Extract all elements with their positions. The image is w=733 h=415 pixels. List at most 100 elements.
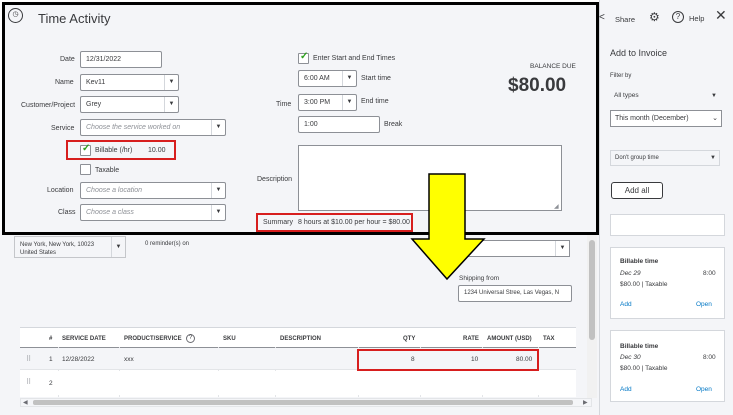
break-input[interactable]: 1:00 (298, 116, 380, 133)
card-open-link[interactable]: Open (696, 301, 712, 308)
card-amount: $80.00 | Taxable (620, 281, 668, 288)
card-add-link[interactable]: Add (620, 301, 632, 308)
chevron-down-icon: ▼ (342, 71, 356, 86)
class-placeholder: Choose a class (86, 209, 134, 216)
col-service-date: SERVICE DATE (62, 336, 106, 342)
chevron-down-icon: ▼ (211, 120, 225, 135)
sidebar-search-input[interactable] (610, 214, 725, 236)
drag-handle-icon[interactable]: ⠿ (26, 378, 31, 386)
filter-date-select[interactable]: This month (December) ⌄ (610, 110, 722, 127)
chevron-down-icon: ▼ (710, 155, 716, 161)
card-time: 8:00 (703, 354, 716, 361)
col-description: DESCRIPTION (280, 336, 322, 342)
card-title: Billable time (620, 258, 659, 265)
name-label: Name (55, 79, 74, 86)
start-time-value: 6:00 AM (304, 75, 330, 82)
billable-time-card[interactable]: Billable time Dec 30 8:00 $80.00 | Taxab… (610, 330, 725, 402)
help-circle-icon[interactable]: ? (186, 334, 195, 343)
time-label: Time (276, 101, 292, 108)
filter-by-label: Filter by (610, 73, 632, 79)
row-product[interactable]: xxx (124, 356, 134, 363)
balance-due-amount: $80.00 (508, 75, 567, 96)
start-time-label: Start time (361, 75, 391, 82)
chevron-down-icon: ▼ (211, 183, 225, 198)
enter-times-checkbox[interactable] (298, 51, 309, 64)
chevron-down-icon: ▼ (711, 93, 717, 99)
break-label: Break (384, 121, 403, 128)
date-label: Date (60, 56, 75, 63)
service-label: Service (51, 125, 75, 132)
chevron-down-icon: ▼ (211, 205, 225, 220)
reminders-text: 0 reminder(s) on (145, 241, 190, 247)
card-title: Billable time (620, 343, 659, 350)
taxable-checkbox[interactable] (80, 164, 91, 175)
end-time-label: End time (361, 98, 389, 105)
shipping-from-input[interactable]: 1234 Universal Stree, Las Vegas, N (458, 285, 572, 302)
name-select[interactable]: Kev11 ▼ (80, 74, 179, 91)
date-input[interactable]: 12/31/2022 (80, 51, 162, 68)
card-time: 8:00 (703, 270, 716, 277)
chevron-down-icon: ▼ (164, 75, 178, 90)
class-select[interactable]: Choose a class ▼ (80, 204, 226, 221)
help-button[interactable]: Help (689, 14, 704, 23)
chevron-down-icon: ⌄ (712, 115, 718, 122)
enter-times-label: Enter Start and End Times (313, 55, 396, 62)
share-icon[interactable]: < (599, 12, 605, 23)
share-button[interactable]: Share (615, 15, 635, 24)
billable-time-card[interactable]: Billable time Dec 29 8:00 $80.00 | Taxab… (610, 247, 725, 319)
scroll-right-icon[interactable]: ▶ (583, 399, 588, 406)
close-icon[interactable]: ✕ (715, 7, 727, 24)
scroll-left-icon[interactable]: ◀ (23, 399, 28, 406)
resize-handle-icon[interactable]: ◢ (554, 203, 559, 210)
chevron-down-icon: ▼ (164, 97, 178, 112)
customer-value: Grey (86, 101, 102, 108)
col-amount: AMOUNT (USD) (487, 336, 532, 342)
group-by-select[interactable]: Don't group time ▼ (610, 150, 720, 166)
history-clock-icon[interactable]: ◷ (8, 8, 23, 23)
card-open-link[interactable]: Open (696, 386, 712, 393)
location-label: Location (47, 187, 74, 194)
customer-label: Customer/Project (21, 102, 76, 109)
card-date: Dec 29 (620, 270, 641, 277)
table-row[interactable] (20, 371, 576, 395)
service-placeholder: Choose the service worked on (86, 124, 181, 131)
sidebar-title: Add to Invoice (610, 48, 668, 58)
col-rate: RATE (463, 336, 479, 342)
gear-icon[interactable]: ⚙ (649, 10, 660, 24)
horizontal-scrollbar[interactable]: ◀ ▶ (20, 398, 592, 407)
col-num: # (49, 336, 53, 342)
billable-highlight (66, 140, 176, 160)
filter-date-value: This month (December) (615, 115, 689, 122)
scrollbar-thumb[interactable] (33, 400, 573, 405)
filter-type-select[interactable]: All types ▼ (610, 88, 720, 104)
drag-handle-icon[interactable]: ⠿ (26, 355, 31, 363)
add-all-button[interactable]: Add all (611, 182, 663, 199)
address-dropdown[interactable]: ▼ (14, 236, 126, 258)
row-service-date[interactable]: 12/28/2022 (62, 356, 95, 363)
filter-type-value: All types (614, 92, 639, 99)
col-sku: SKU (223, 336, 236, 342)
chevron-down-icon: ▼ (342, 95, 356, 110)
summary-highlight (256, 213, 413, 232)
customer-select[interactable]: Grey ▼ (80, 96, 179, 113)
end-time-select[interactable]: 3:00 PM ▼ (298, 94, 357, 111)
card-add-link[interactable]: Add (620, 386, 632, 393)
chevron-down-icon: ▼ (555, 241, 569, 256)
balance-due-label: BALANCE DUE (530, 63, 576, 70)
chevron-down-icon: ▼ (111, 237, 125, 257)
col-qty: QTY (403, 336, 416, 342)
row-num: 1 (49, 356, 53, 363)
scrollbar-thumb[interactable] (589, 240, 595, 340)
taxable-label: Taxable (95, 167, 120, 174)
vertical-scrollbar[interactable] (587, 230, 597, 398)
service-select[interactable]: Choose the service worked on ▼ (80, 119, 226, 136)
card-date: Dec 30 (620, 354, 641, 361)
end-time-value: 3:00 PM (304, 99, 331, 106)
name-value: Kev11 (86, 79, 106, 86)
dialog-title: Time Activity (38, 11, 111, 26)
location-select[interactable]: Choose a location ▼ (80, 182, 226, 199)
start-time-select[interactable]: 6:00 AM ▼ (298, 70, 357, 87)
class-label: Class (58, 209, 76, 216)
help-icon[interactable]: ? (672, 11, 684, 23)
location-placeholder: Choose a location (86, 187, 143, 194)
